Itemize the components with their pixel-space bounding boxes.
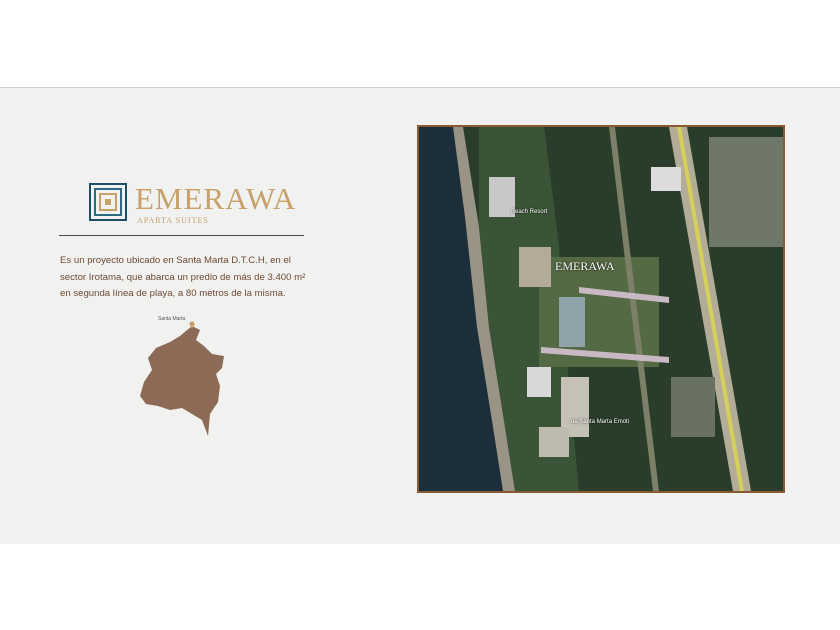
colombia-silhouette — [140, 326, 224, 436]
map-label-beach-resort: Beach Resort — [511, 209, 548, 215]
country-map-label: Santa Marta — [158, 316, 186, 322]
divider — [59, 235, 304, 236]
aerial-map-image — [419, 127, 783, 491]
brand-name: EMERAWA — [135, 181, 297, 216]
aerial-map[interactable]: Beach Resort de Santa Marta Emoti EMERAW… — [417, 125, 785, 493]
colombia-map: Santa Marta — [130, 310, 240, 442]
location-pin-icon — [189, 321, 195, 329]
logo-mark-icon — [89, 183, 127, 221]
brand-tagline: APARTA SUITES — [137, 216, 209, 225]
map-overlay-brand: EMERAWA — [555, 259, 615, 273]
map-label-santa-marta: de Santa Marta Emoti — [571, 419, 630, 425]
brand-logo: EMERAWA APARTA SUITES — [89, 181, 309, 233]
project-description: Es un proyecto ubicado en Santa Marta D.… — [60, 255, 306, 299]
slide: EMERAWA APARTA SUITES Es un proyecto ubi… — [0, 87, 840, 544]
